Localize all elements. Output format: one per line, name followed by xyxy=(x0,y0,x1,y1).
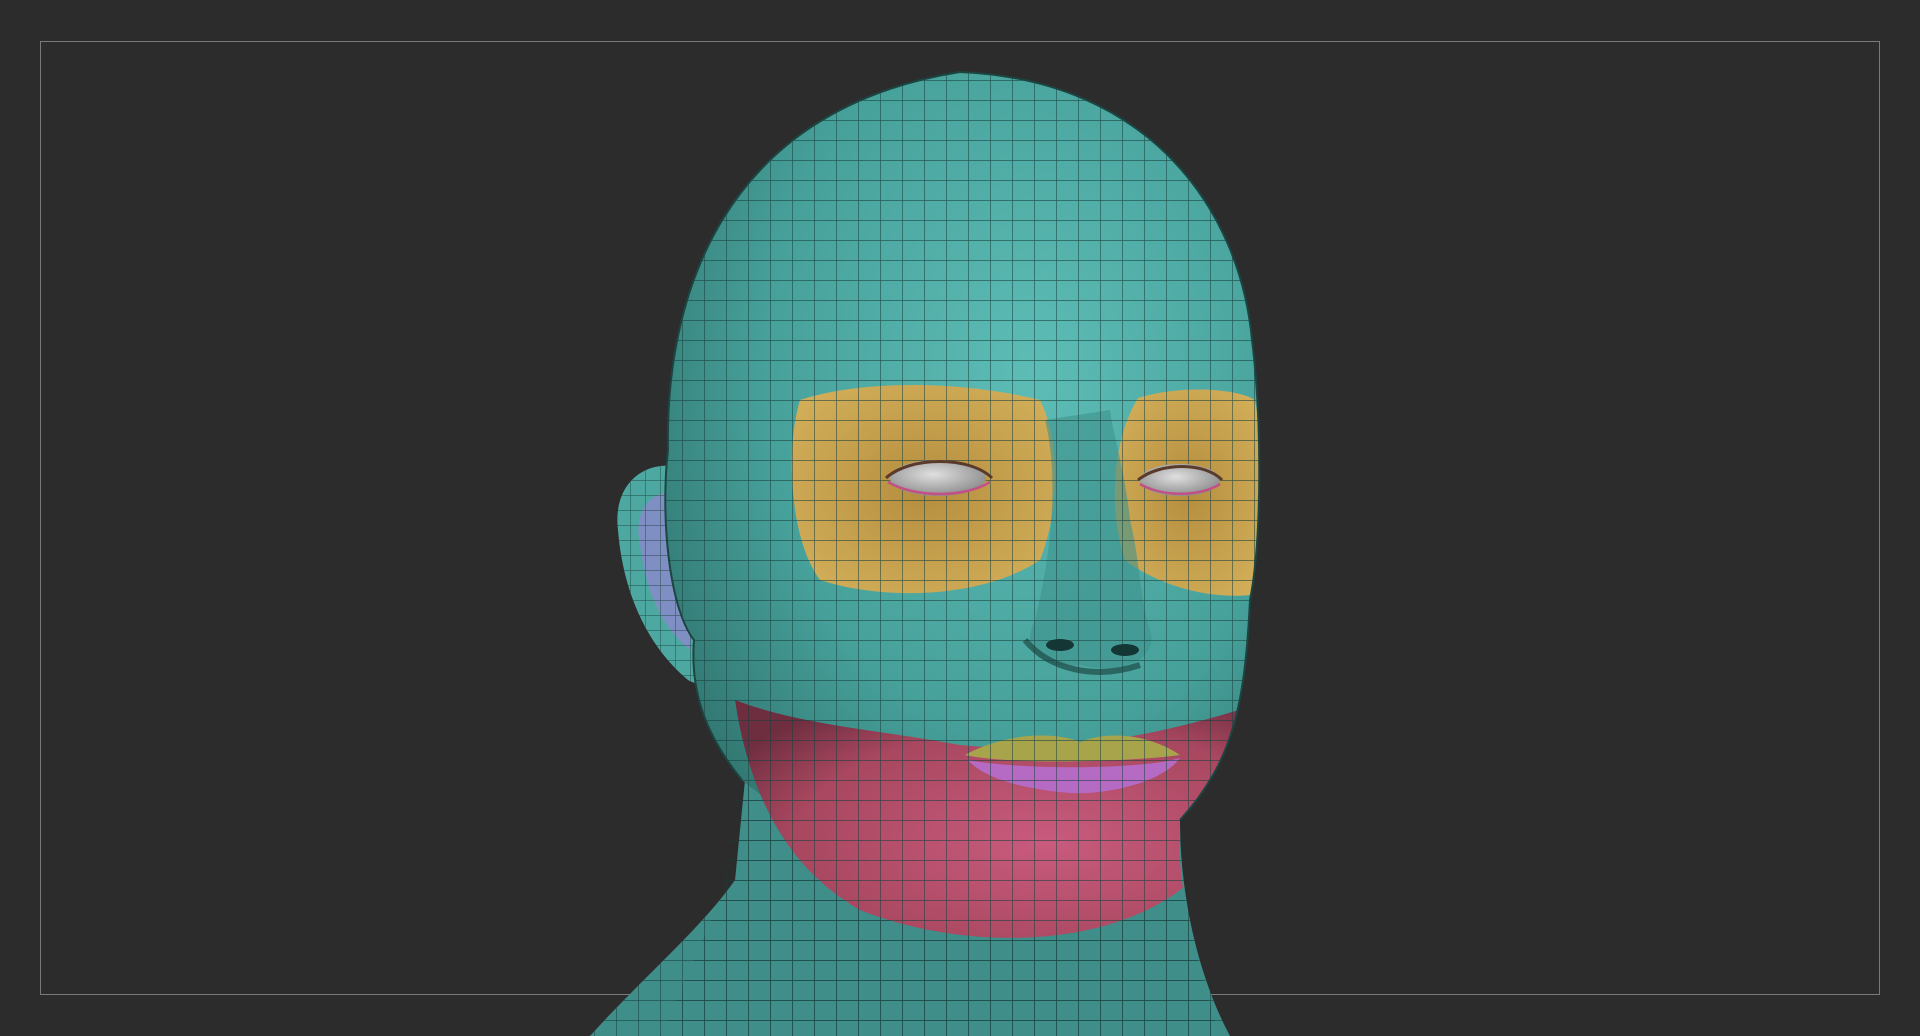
right-eyeball xyxy=(1140,464,1220,496)
head-mesh-model[interactable] xyxy=(0,0,1920,1036)
viewport-canvas[interactable] xyxy=(0,0,1920,1036)
head-mesh xyxy=(660,70,1261,1036)
